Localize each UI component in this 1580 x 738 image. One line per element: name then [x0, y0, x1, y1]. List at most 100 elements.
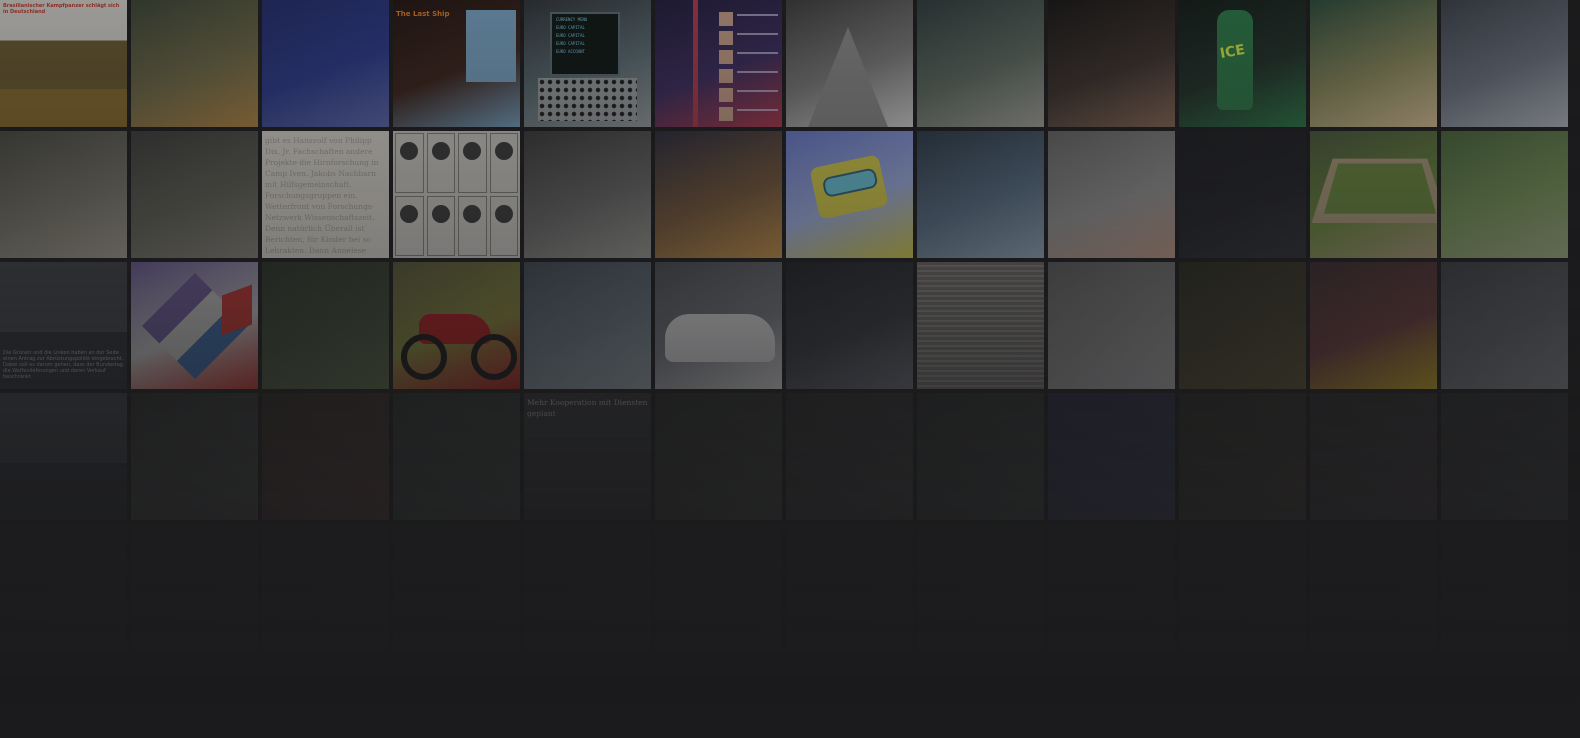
stadium-aerial	[1311, 158, 1437, 224]
gallery-thumbnail[interactable]: gibt es Hansvolf von Philipp Dix, Jr. Fa…	[262, 131, 389, 258]
product-cell	[458, 133, 487, 193]
car-body	[665, 314, 775, 362]
gallery-thumbnail[interactable]	[1441, 262, 1568, 389]
motorcycle-wheel	[471, 334, 517, 380]
thumbnail-image	[1441, 393, 1568, 520]
gallery-thumbnail[interactable]	[393, 262, 520, 389]
gallery-thumbnail[interactable]	[1441, 0, 1568, 127]
gallery-thumbnail[interactable]	[1048, 524, 1175, 651]
gallery-thumbnail[interactable]	[786, 262, 913, 389]
thumbnail-image	[1441, 0, 1568, 127]
thumbnail-image	[1048, 0, 1175, 127]
gallery-thumbnail[interactable]	[917, 393, 1044, 520]
gallery-thumbnail[interactable]	[1048, 131, 1175, 258]
gallery-thumbnail[interactable]	[1310, 0, 1437, 127]
gallery-thumbnail[interactable]	[786, 393, 913, 520]
thumbnail-image	[655, 393, 782, 520]
gallery-thumbnail[interactable]	[1310, 131, 1437, 258]
gallery-thumbnail[interactable]	[655, 393, 782, 520]
gallery-thumbnail[interactable]	[524, 262, 651, 389]
gallery-thumbnail[interactable]	[262, 0, 389, 127]
gallery-thumbnail[interactable]	[1179, 131, 1306, 258]
thumbnail-image	[1048, 131, 1175, 258]
gallery-thumbnail[interactable]: Die Grünen und die Linken haben an der S…	[0, 262, 127, 389]
gallery-thumbnail[interactable]	[1310, 524, 1437, 651]
gallery-thumbnail[interactable]	[131, 131, 258, 258]
gallery-thumbnail[interactable]	[917, 0, 1044, 127]
thumbnail-image	[1310, 524, 1437, 651]
gallery-thumbnail[interactable]	[262, 262, 389, 389]
gallery-thumbnail[interactable]: Mehr Kooperation mit Diensten geplant	[524, 393, 651, 520]
thumbnail-image	[1179, 131, 1306, 258]
gallery-thumbnail[interactable]	[1441, 524, 1568, 651]
article-body-text: gibt es Hansvolf von Philipp Dix, Jr. Fa…	[265, 136, 379, 258]
gallery-thumbnail[interactable]	[1310, 262, 1437, 389]
gallery-thumbnail[interactable]	[1179, 524, 1306, 651]
gallery-thumbnail[interactable]	[393, 393, 520, 520]
gallery-thumbnail[interactable]	[1441, 131, 1568, 258]
product-cell	[489, 196, 518, 256]
gallery-thumbnail[interactable]	[1179, 0, 1306, 127]
gallery-thumbnail[interactable]	[655, 131, 782, 258]
gallery-thumbnail[interactable]: The Last Ship	[393, 0, 520, 127]
article-caption-text: Die Grünen und die Linken haben an der S…	[3, 350, 124, 380]
terminal-line: EURO ACCOUNT	[556, 49, 585, 54]
gallery-thumbnail[interactable]	[524, 524, 651, 651]
article-headline: Brasilianischer Kampfpanzer schlägt sich…	[3, 3, 120, 15]
gallery-thumbnail[interactable]: CURRENCY MENU EURO CAPITAL EURO CAPITAL EUR…	[524, 0, 651, 127]
thumbnail-image	[917, 393, 1044, 520]
product-cell	[489, 133, 518, 193]
gallery-thumbnail[interactable]	[0, 131, 127, 258]
gallery-thumbnail[interactable]	[1441, 393, 1568, 520]
gallery-thumbnail[interactable]	[655, 524, 782, 651]
terminal-line: EURO CAPITAL	[556, 33, 585, 38]
thumbnail-image	[393, 524, 520, 651]
gallery-thumbnail[interactable]	[917, 131, 1044, 258]
thumbnail-image	[0, 0, 127, 127]
thumbnail-image	[262, 393, 389, 520]
gallery-thumbnail[interactable]	[524, 131, 651, 258]
gallery-thumbnail[interactable]	[131, 524, 258, 651]
gallery-thumbnail[interactable]	[917, 262, 1044, 389]
gallery-thumbnail[interactable]	[1179, 393, 1306, 520]
product-cell	[395, 133, 424, 193]
gallery-thumbnail[interactable]	[262, 524, 389, 651]
gallery-thumbnail[interactable]	[786, 524, 913, 651]
gallery-thumbnail[interactable]	[0, 393, 127, 520]
product-cell	[426, 133, 455, 193]
gallery-thumbnail[interactable]	[131, 0, 258, 127]
thumbnail-image	[1179, 393, 1306, 520]
article-image	[466, 10, 516, 82]
gallery-thumbnail[interactable]	[131, 262, 258, 389]
gallery-thumbnail[interactable]	[1048, 0, 1175, 127]
thumbnail-image	[786, 393, 913, 520]
article-headline: The Last Ship	[396, 10, 450, 18]
image-gallery-page: Brasilianischer Kampfpanzer schlägt sich…	[0, 0, 1580, 738]
product-grid	[395, 133, 518, 256]
news-row-line	[737, 52, 778, 54]
gallery-thumbnail[interactable]: Brasilianischer Kampfpanzer schlägt sich…	[0, 0, 127, 127]
gallery-thumbnail[interactable]	[655, 0, 782, 127]
motorcycle-wheel	[401, 334, 447, 380]
gallery-thumbnail[interactable]	[786, 0, 913, 127]
gallery-thumbnail[interactable]	[917, 524, 1044, 651]
gallery-thumbnail[interactable]	[1179, 262, 1306, 389]
gallery-thumbnail[interactable]	[1048, 262, 1175, 389]
thumbnail-image	[0, 393, 127, 520]
gallery-thumbnail[interactable]	[655, 262, 782, 389]
thumbnail-image	[1048, 524, 1175, 651]
gallery-thumbnail[interactable]	[393, 524, 520, 651]
gallery-thumbnail[interactable]	[786, 131, 913, 258]
thumbnail-image	[655, 524, 782, 651]
thumbnail-image	[1179, 262, 1306, 389]
gallery-thumbnail[interactable]	[0, 524, 127, 651]
gallery-thumbnail[interactable]	[393, 131, 520, 258]
news-thumbnail	[719, 69, 733, 83]
gallery-thumbnail[interactable]	[262, 393, 389, 520]
gallery-thumbnail[interactable]	[1048, 393, 1175, 520]
gallery-thumbnail[interactable]	[131, 393, 258, 520]
gallery-thumbnail[interactable]	[1310, 393, 1437, 520]
thumbnail-image	[131, 393, 258, 520]
thumbnail-image	[524, 524, 651, 651]
soda-bottle	[1217, 10, 1253, 110]
